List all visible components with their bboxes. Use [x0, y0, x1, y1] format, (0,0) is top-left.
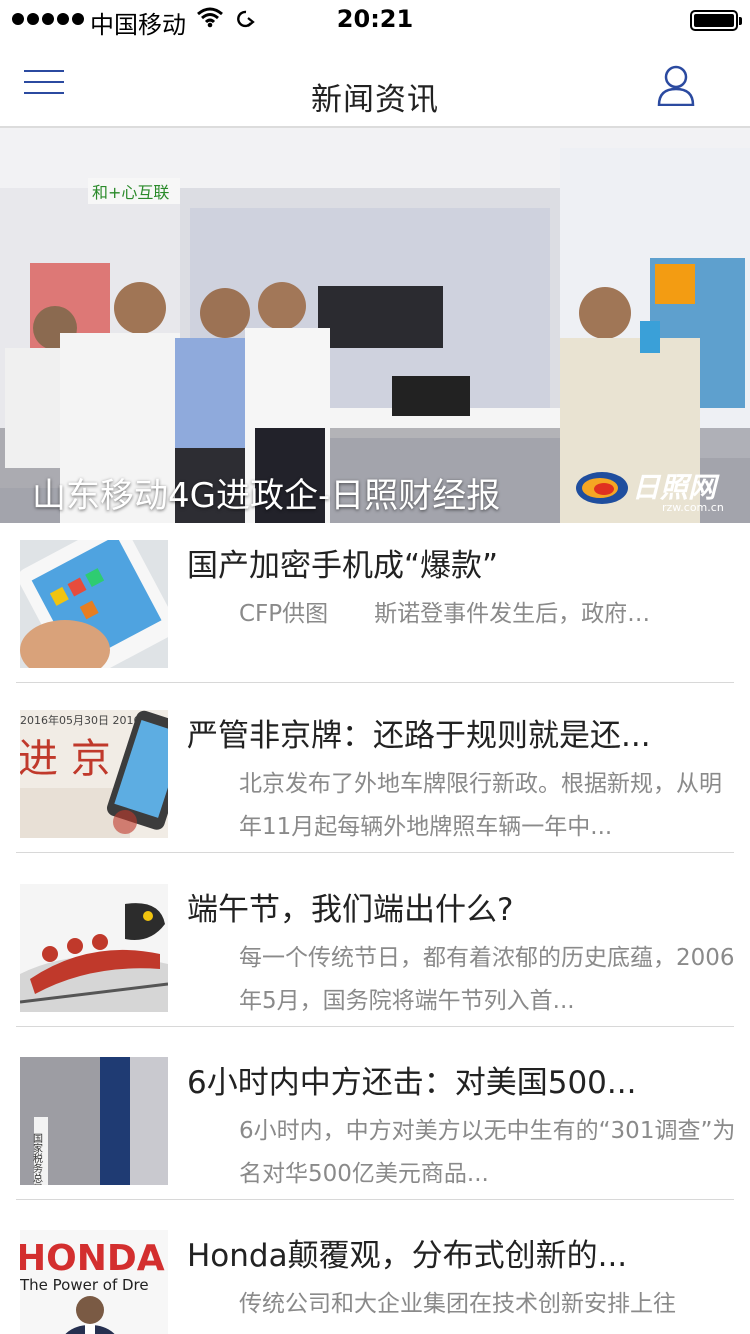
news-item[interactable]: 国产加密手机成“爆款” CFP供图 斯诺登事件发生后，政府… — [16, 523, 734, 683]
news-item[interactable]: 端午节，我们端出什么? 每一个传统节日，都有着浓郁的历史底蕴，2006年5月，国… — [16, 867, 735, 1027]
news-title: 国产加密手机成“爆款” — [187, 548, 499, 584]
news-summary: 6小时内，中方对美方以无中生有的“301调查”为名对华500亿美元商品... — [239, 1118, 736, 1187]
news-title: 端午节，我们端出什么? — [187, 892, 514, 928]
site-logo: 日照网 rzw.com.cn — [576, 471, 724, 514]
logo-subtext: rzw.com.cn — [662, 501, 724, 514]
news-title: 6小时内中方还击：对美国500... — [187, 1065, 637, 1101]
battery-icon — [690, 10, 742, 31]
news-thumbnail: 国家税务总局山东 — [20, 1057, 168, 1185]
banner-caption: 山东移动4G进政企-日照财经报 — [32, 476, 501, 516]
news-summary: 北京发布了外地车牌限行新政。根据新规，从明年11月起每辆外地牌照车辆一年中... — [239, 771, 722, 840]
news-summary: 传统公司和大企业集团在技术创新安排上往 — [239, 1291, 676, 1317]
news-thumbnail: 2016年05月30日 2016 进 京 — [20, 710, 168, 838]
status-time: 20:21 — [336, 5, 414, 33]
news-item[interactable]: 2016年05月30日 2016 进 京 严管非京牌：还路于规则就是还... 北… — [16, 693, 734, 853]
news-thumbnail — [20, 540, 168, 668]
news-thumbnail — [20, 884, 168, 1012]
user-icon[interactable] — [656, 64, 696, 106]
status-bar: 中国移动 20:21 — [0, 0, 750, 40]
news-item[interactable]: 国家税务总局山东 6小时内中方还击：对美国500... 6小时内，中方对美方以无… — [16, 1040, 736, 1200]
news-thumbnail: HONDA The Power of Dre — [20, 1230, 168, 1334]
thumb-slogan: The Power of Dre — [20, 1276, 149, 1294]
svg-text:和+心互联: 和+心互联 — [92, 183, 169, 202]
news-summary: 每一个传统节日，都有着浓郁的历史底蕴，2006年5月，国务院将端午节列入首... — [239, 945, 735, 1014]
featured-banner[interactable]: 和+心互联 山东移动4G进政企-日照财经报 日照网 rzw.com.cn — [0, 128, 750, 523]
thumb-sign-text: 国家税务总局山东 — [31, 1133, 43, 1185]
news-item[interactable]: HONDA The Power of Dre Honda颠覆观，分布式创新的..… — [16, 1213, 734, 1334]
thumb-big-text: 进 京 — [20, 736, 111, 782]
logo-text: 日照网 — [632, 471, 720, 504]
thumb-date-text: 2016年05月30日 2016 — [20, 713, 140, 727]
banner-photo: 和+心互联 — [0, 128, 750, 523]
news-summary: CFP供图 斯诺登事件发生后，政府… — [239, 601, 651, 627]
nav-bar: 新闻资讯 — [0, 40, 750, 128]
thumb-brand-logo: HONDA — [20, 1238, 165, 1279]
page-title: 新闻资讯 — [311, 82, 439, 118]
news-title: Honda颠覆观，分布式创新的... — [187, 1238, 628, 1274]
news-title: 严管非京牌：还路于规则就是还... — [187, 718, 651, 754]
